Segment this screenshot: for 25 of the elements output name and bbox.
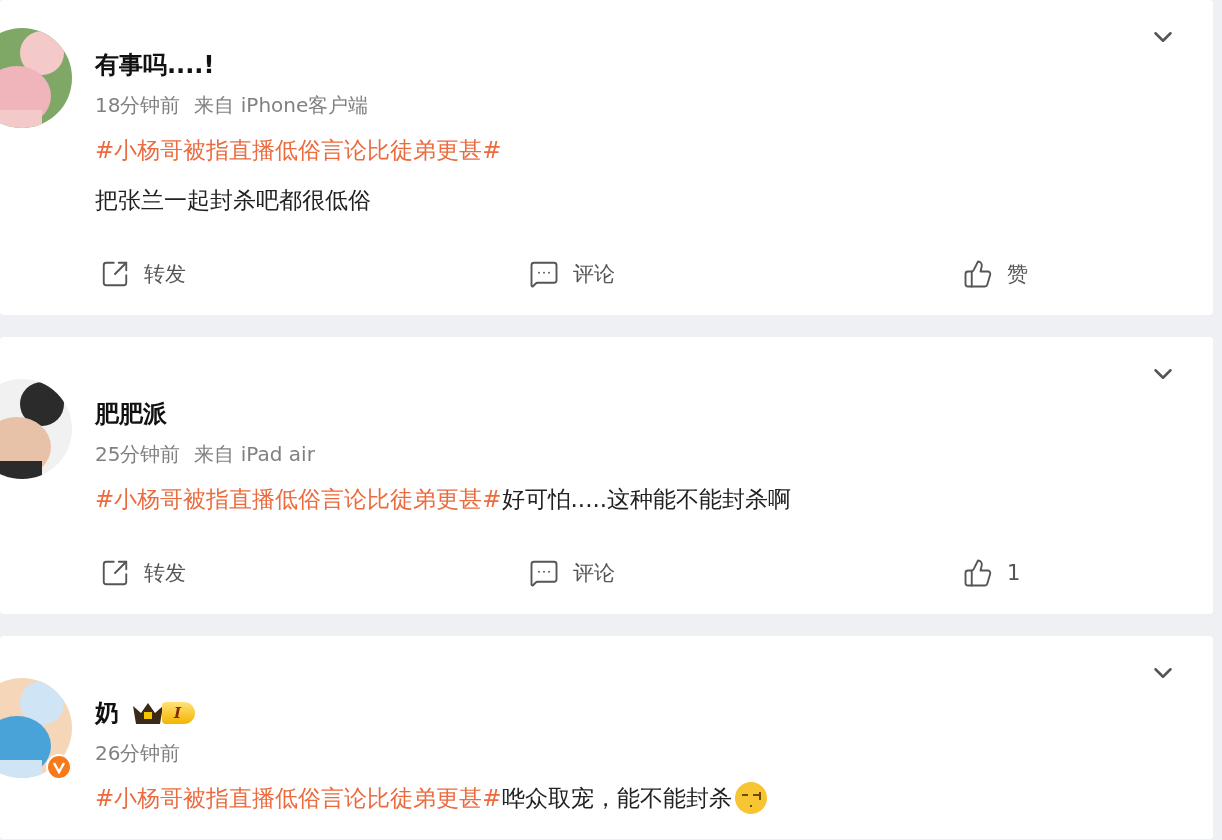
share-arrow-icon [100, 259, 130, 289]
comment-icon [529, 259, 559, 289]
like-button[interactable]: 1 [958, 558, 1021, 588]
user-name[interactable]: 有事吗....! [95, 49, 215, 81]
comment-button[interactable]: 评论 [524, 259, 615, 289]
post-text: 哗众取宠，能不能封杀 [501, 784, 732, 813]
level-number: I [162, 702, 196, 724]
comment-button[interactable]: 评论 [524, 558, 615, 588]
repost-button[interactable]: 转发 [95, 558, 186, 588]
post-time: 25分钟前 [95, 440, 181, 468]
post-text: 好可怕.....这种能不能封杀啊 [501, 485, 792, 514]
comment-icon [529, 558, 559, 588]
user-name[interactable]: 奶 [95, 697, 119, 729]
thumbs-up-icon [963, 259, 993, 289]
thumbs-up-icon [963, 558, 993, 588]
post-time: 18分钟前 [95, 91, 181, 119]
share-arrow-icon [100, 558, 130, 588]
emoji-icon [733, 781, 768, 815]
post-time: 26分钟前 [95, 739, 181, 767]
post-source: 来自 iPad air [194, 440, 315, 468]
repost-button[interactable]: 转发 [95, 259, 186, 289]
user-name[interactable]: 肥肥派 [95, 398, 167, 430]
like-button[interactable]: 赞 [958, 259, 1028, 289]
post-source: 来自 iPhone客户端 [194, 91, 369, 119]
post-text: 把张兰一起封杀吧都很低俗 [95, 186, 371, 215]
